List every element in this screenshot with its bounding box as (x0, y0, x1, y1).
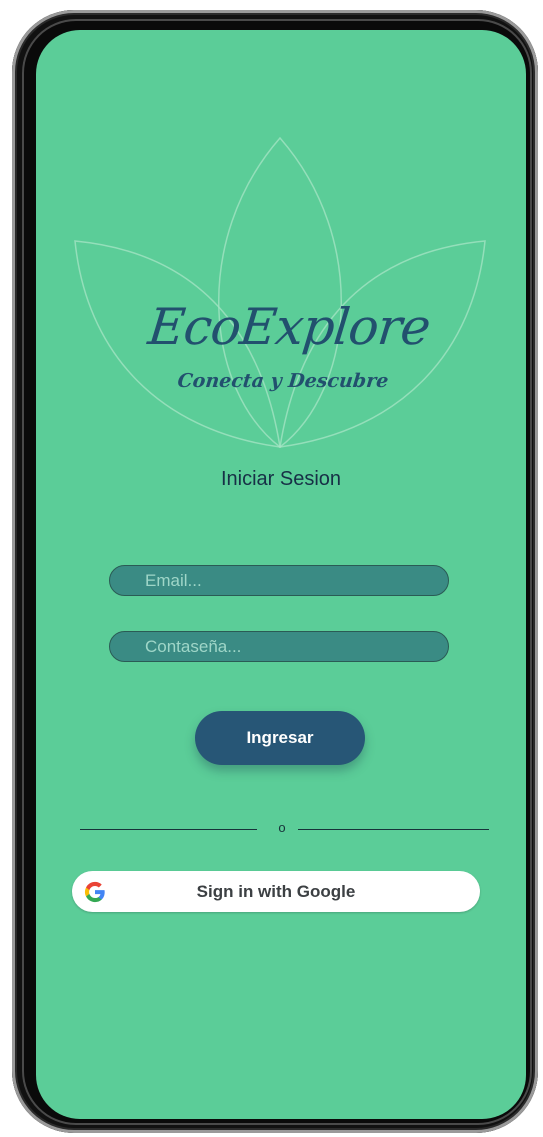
password-field[interactable] (109, 631, 449, 662)
divider-text: o (278, 820, 286, 835)
login-button[interactable]: Ingresar (195, 711, 365, 765)
app-title: EcoExplore (145, 298, 433, 356)
divider-left (80, 829, 257, 830)
leaf-icon (74, 136, 486, 448)
page-title: Iniciar Sesion (220, 468, 342, 490)
app-subtitle: Conecta y Descubre (176, 370, 390, 392)
google-signin-button[interactable]: Sign in with Google (72, 871, 480, 912)
app-screen: EcoExplore Conecta y Descubre Iniciar Se… (36, 30, 526, 1119)
google-signin-label: Sign in with Google (196, 882, 356, 901)
divider-right (298, 829, 489, 830)
email-field[interactable] (109, 565, 449, 596)
